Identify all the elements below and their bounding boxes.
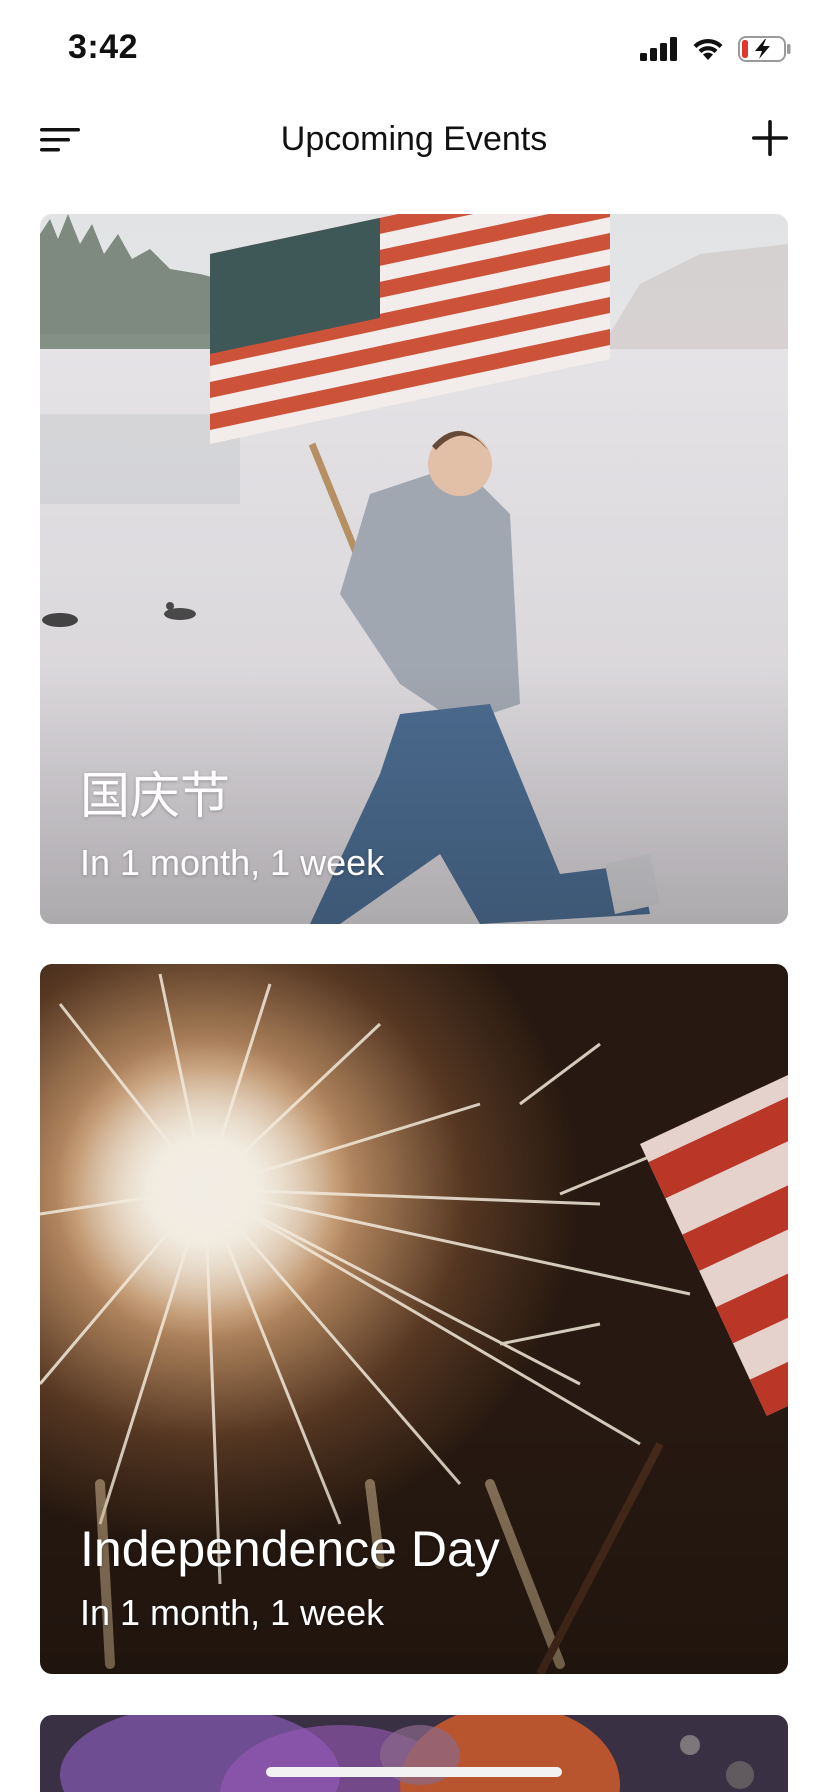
event-countdown: In 1 month, 1 week bbox=[80, 842, 385, 883]
event-card[interactable] bbox=[40, 1715, 788, 1792]
cellular-signal-icon bbox=[640, 37, 678, 61]
plus-icon bbox=[752, 120, 788, 156]
status-icons bbox=[640, 34, 792, 64]
event-card[interactable]: 国庆节 In 1 month, 1 week bbox=[40, 214, 788, 924]
nav-bar: Upcoming Events bbox=[0, 100, 828, 180]
status-bar: 3:42 bbox=[0, 0, 828, 100]
event-title: Independence Day bbox=[80, 1521, 500, 1577]
add-event-button[interactable] bbox=[750, 118, 790, 158]
event-title: 国庆节 bbox=[80, 768, 230, 824]
wifi-icon bbox=[692, 37, 724, 61]
home-indicator[interactable] bbox=[266, 1767, 562, 1777]
status-time: 3:42 bbox=[68, 28, 139, 66]
battery-charging-icon bbox=[738, 36, 792, 62]
page-title: Upcoming Events bbox=[280, 120, 548, 158]
event-countdown: In 1 month, 1 week bbox=[80, 1592, 385, 1633]
event-card[interactable]: Independence Day In 1 month, 1 week bbox=[40, 964, 788, 1674]
upcoming-events-screen: 3:42 Upcoming Events 国庆节 In 1 month, 1 w… bbox=[0, 0, 828, 1792]
event-card-image bbox=[40, 1715, 788, 1792]
